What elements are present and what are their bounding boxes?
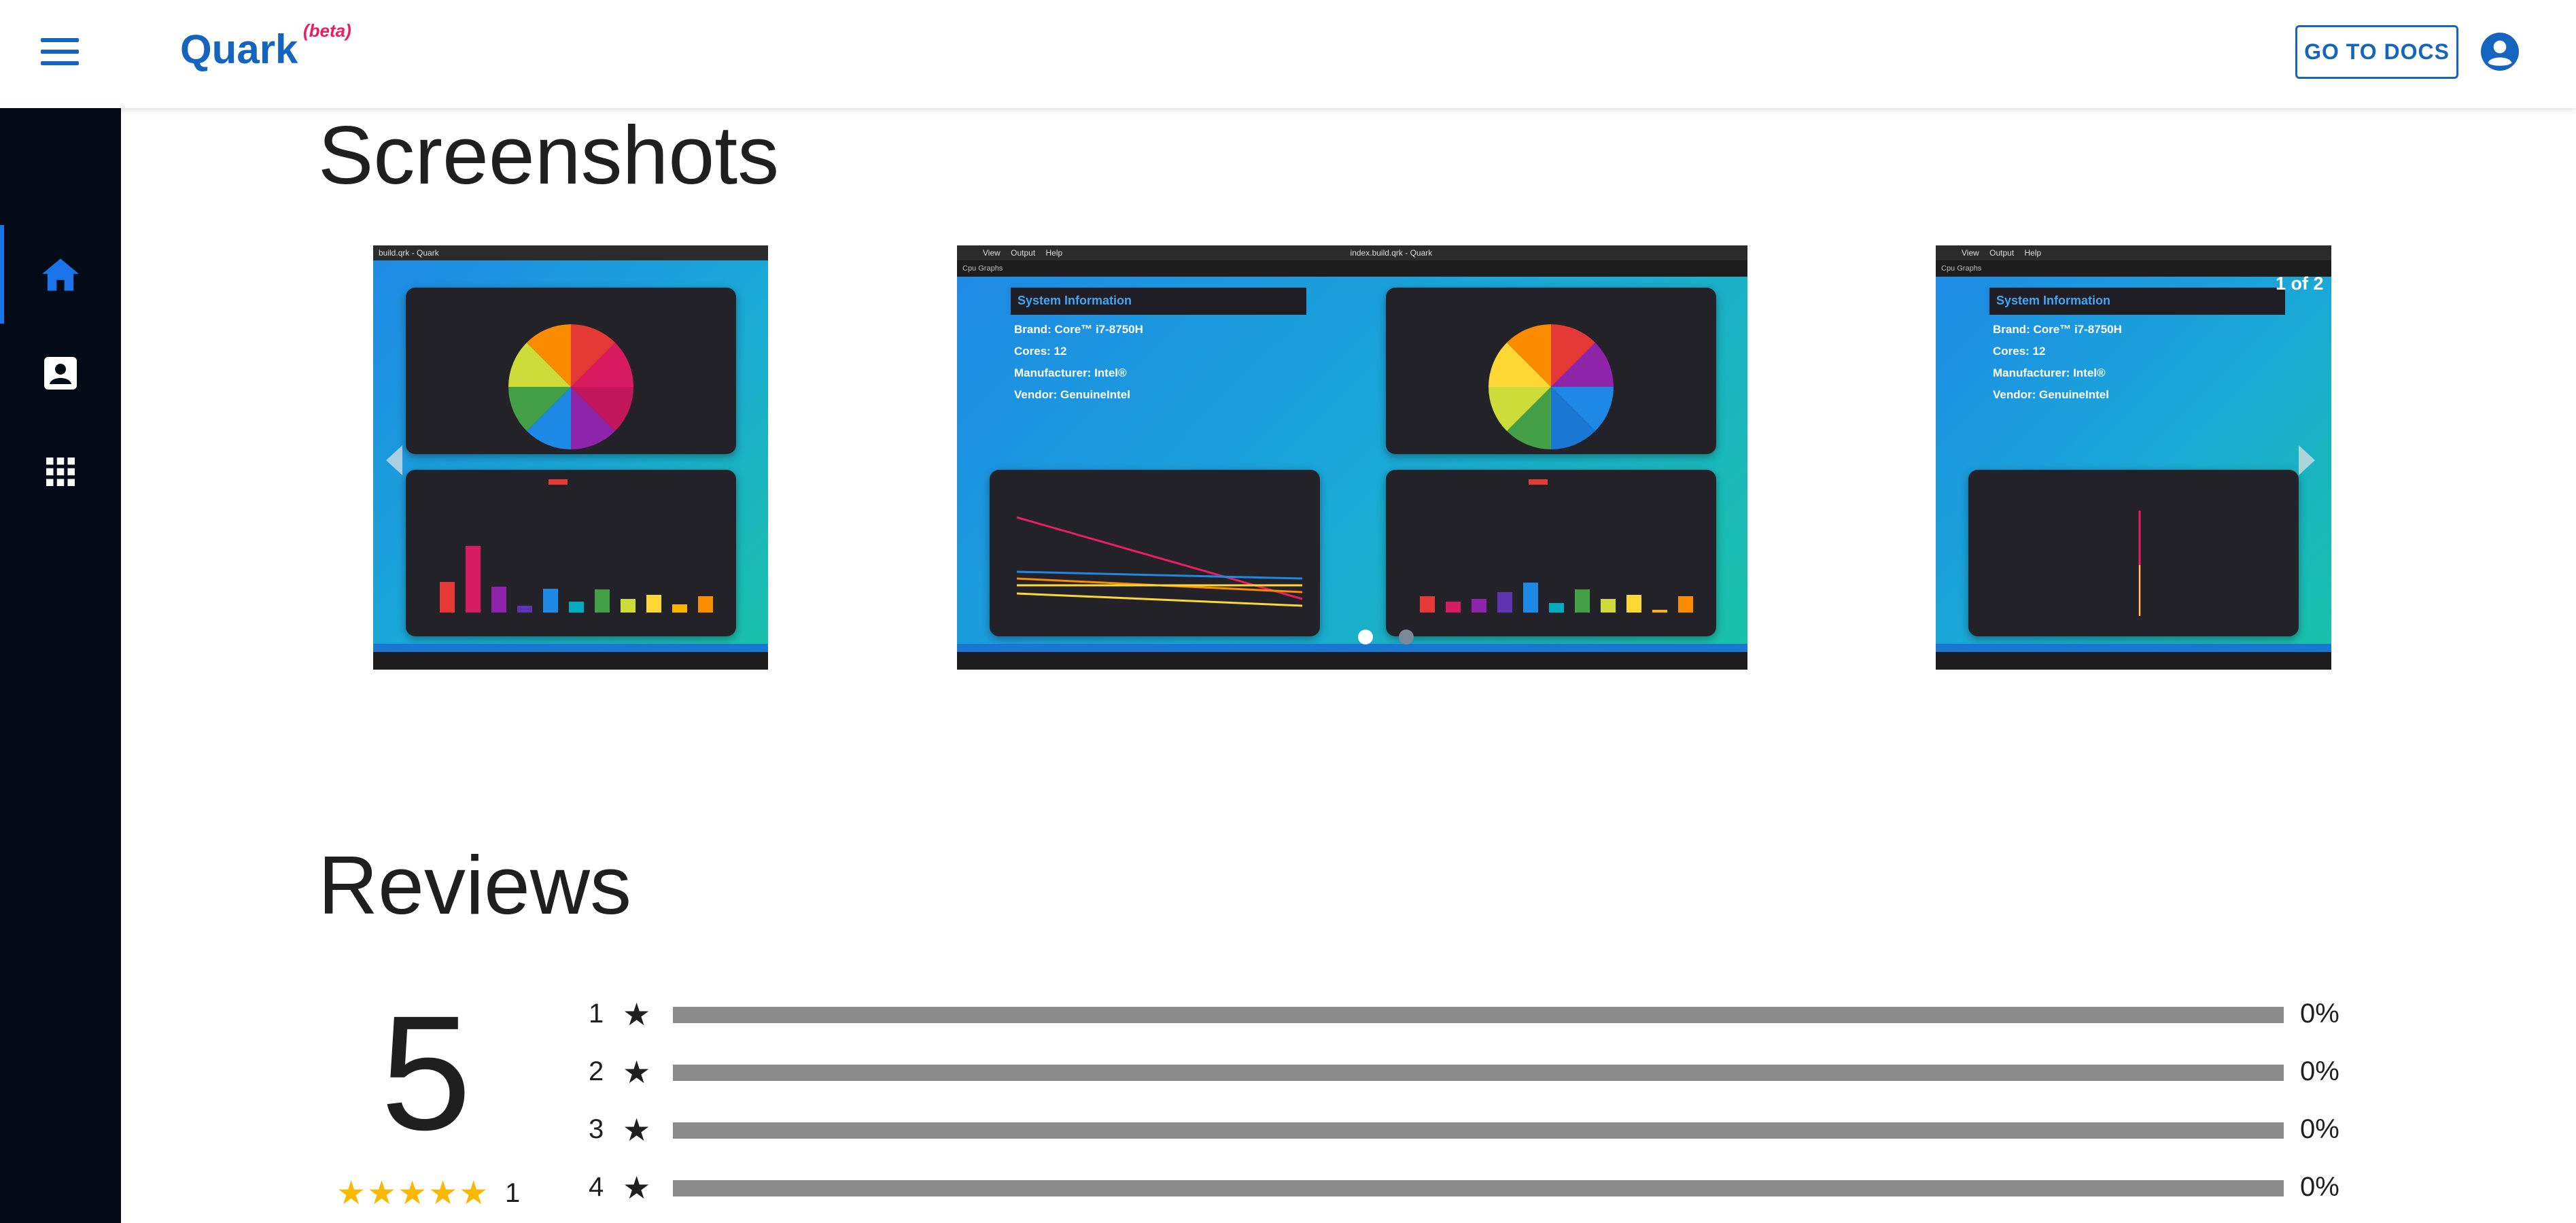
output-bar [1936, 644, 2331, 670]
beta-badge: (beta) [303, 20, 351, 41]
rating-bar [673, 1065, 2284, 1081]
info-manufacturer: Manufacturer: Intel® [1014, 366, 1127, 379]
side-navigation [0, 108, 121, 1223]
info-brand: Brand: Core™ i7-8750H [1993, 323, 2122, 336]
contact-card-icon [44, 356, 77, 390]
info-manufacturer: Manufacturer: Intel® [1993, 366, 2106, 379]
pie-chart-panel [406, 288, 736, 454]
cpu-graphs-tab: Cpu Graphs [1936, 260, 2331, 277]
rating-bar [673, 1007, 2284, 1023]
system-info-header: System Information [1986, 288, 2285, 315]
average-stars: ★★★★★ [336, 1175, 490, 1211]
rating-percent: 0% [2300, 1172, 2339, 1202]
nav-home[interactable] [0, 225, 121, 324]
screenshot-slide-prev[interactable]: build.qrk - Quark [373, 245, 768, 670]
menu-output: Output [1989, 248, 2015, 258]
devtools-bar [373, 644, 768, 670]
window-title: View Output Help [1936, 245, 2331, 260]
info-cores: Cores: 12 [1014, 345, 1067, 358]
rating-level: 3 [589, 1114, 604, 1144]
window-title: View Output Help index.build.qrk - Quark [957, 245, 1747, 260]
info-cores: Cores: 12 [1993, 345, 2046, 358]
rating-bar [673, 1180, 2284, 1196]
rating-level: 1 [589, 999, 604, 1029]
carousel-dot-2[interactable] [1399, 630, 1414, 644]
line-chart [2138, 511, 2141, 616]
app-bar: Quark (beta) GO TO DOCS [0, 0, 2576, 108]
star-icon: ★ [623, 1054, 651, 1090]
carousel-counter: 1 of 2 [2276, 273, 2324, 294]
menu-view: View [1962, 248, 1979, 258]
carousel-prev-arrow[interactable] [386, 445, 402, 475]
line-chart [1016, 516, 1303, 607]
star-icon: ★ [623, 997, 651, 1032]
window-title: build.qrk - Quark [373, 245, 768, 260]
rating-bar [673, 1122, 2284, 1139]
nav-profile[interactable] [0, 324, 121, 422]
apps-grid-icon [46, 457, 75, 486]
info-brand: Brand: Core™ i7-8750H [1014, 323, 1143, 336]
info-vendor: Vendor: GenuineIntel [1993, 388, 2109, 401]
star-icon: ★ [623, 1170, 651, 1205]
pie-chart-panel [1386, 288, 1716, 454]
rating-level: 2 [589, 1056, 604, 1086]
rating-row-1: 1 ★ 0% [589, 993, 2342, 1034]
screenshot-slide-current[interactable]: View Output Help index.build.qrk - Quark… [957, 245, 1747, 670]
rating-percent: 0% [2300, 1114, 2339, 1144]
star-icon: ★ [623, 1112, 651, 1148]
average-rating: 5 [381, 982, 472, 1164]
brand-logo[interactable]: Quark [180, 26, 298, 73]
line-chart-panel [1968, 470, 2299, 636]
menu-help: Help [2024, 248, 2042, 258]
system-info-title: System Information [1017, 294, 1132, 307]
cpu-graphs-tab: Cpu Graphs [957, 260, 1747, 277]
carousel-dot-1[interactable] [1358, 630, 1373, 644]
rating-row-2: 2 ★ 0% [589, 1051, 2342, 1092]
menu-icon[interactable] [41, 38, 79, 68]
screenshot-slide-next[interactable]: View Output Help Cpu Graphs System Infor… [1936, 245, 2331, 670]
bar-chart [440, 479, 713, 613]
rating-row-4: 4 ★ 0% [589, 1167, 2342, 1207]
carousel-next-arrow[interactable] [2299, 445, 2315, 475]
bar-chart-panel [1386, 470, 1716, 636]
bar-chart-panel [406, 470, 736, 636]
nav-apps[interactable] [0, 422, 121, 521]
window-name: index.build.qrk - Quark [1350, 248, 1433, 258]
go-to-docs-button[interactable]: GO TO DOCS [2295, 25, 2458, 79]
menu-view: View [983, 248, 1000, 258]
pie-chart [508, 324, 633, 449]
devtools-bar [957, 644, 1747, 670]
line-chart-panel [990, 470, 1320, 636]
screenshots-heading: Screenshots [318, 109, 780, 201]
rating-row-3: 3 ★ 0% [589, 1109, 2342, 1150]
review-count: 1 [505, 1178, 521, 1208]
info-vendor: Vendor: GenuineIntel [1014, 388, 1130, 401]
rating-level: 4 [589, 1172, 604, 1202]
pie-chart [1489, 324, 1614, 449]
menu-output: Output [1011, 248, 1036, 258]
menu-help: Help [1045, 248, 1063, 258]
system-info-header: System Information [1007, 288, 1306, 315]
reviews-heading: Reviews [318, 839, 632, 931]
system-info-title: System Information [1996, 294, 2111, 307]
rating-percent: 0% [2300, 1056, 2339, 1086]
home-icon [42, 258, 79, 291]
bar-chart [1420, 479, 1693, 613]
rating-percent: 0% [2300, 999, 2339, 1029]
account-circle-icon[interactable] [2481, 33, 2519, 71]
